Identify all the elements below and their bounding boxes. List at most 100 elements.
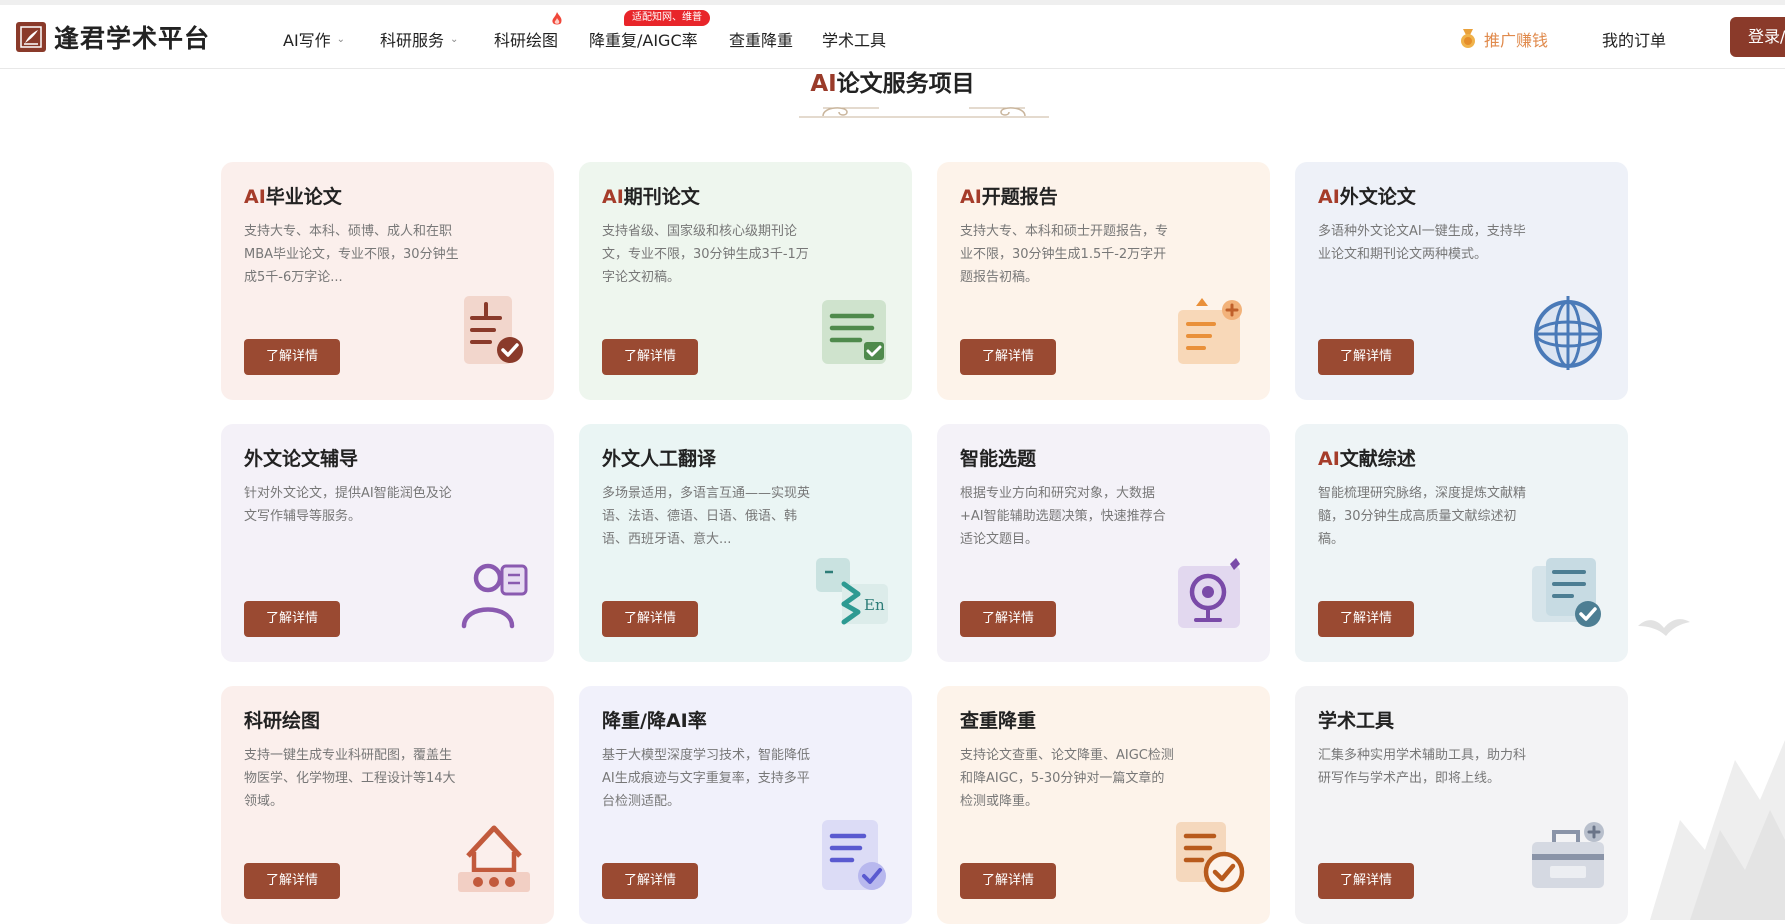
service-card[interactable]: AI文献综述 智能梳理研究脉络，深度提炼文献精髓，30分钟生成高质量文献综述初稿… xyxy=(1295,424,1628,662)
decorative-bird-icon xyxy=(1638,619,1690,636)
en-label: En xyxy=(864,596,885,614)
service-card[interactable]: AI外文论文 多语种外文论文AI一键生成，支持毕业论文和期刊论文两种模式。 了解… xyxy=(1295,162,1628,400)
learn-more-button[interactable]: 了解详情 xyxy=(960,339,1056,375)
nav-reduce-aigc[interactable]: 降重复/AIGC率 xyxy=(589,27,698,51)
promote-label: 推广赚钱 xyxy=(1484,31,1549,50)
card-description: 支持省级、国家级和核心级期刊论文，专业不限，30分钟生成3千-1万字论文初稿。 xyxy=(602,224,809,285)
nav-academic-tools[interactable]: 学术工具 xyxy=(822,27,886,51)
feather-logo-icon xyxy=(16,22,46,52)
card-title: AI毕业论文 xyxy=(244,186,531,208)
card-description: 基于大模型深度学习技术，智能降低AI生成痕迹与文字重复率，支持多平台检测适配。 xyxy=(602,748,811,809)
logo[interactable]: 逢君学术平台 xyxy=(16,19,210,55)
card-description: 汇集多种实用学术辅助工具，助力科研写作与学术产出，即将上线。 xyxy=(1318,748,1527,786)
card-title-text: 外文人工翻译 xyxy=(602,448,717,470)
nav-research-drawing[interactable]: 科研绘图 xyxy=(494,27,558,51)
card-description: 针对外文论文，提供AI智能润色及论文写作辅导等服务。 xyxy=(244,486,452,524)
adapt-badge: 适配知网、维普 xyxy=(624,10,710,26)
card-title-text: 查重降重 xyxy=(960,710,1037,732)
learn-more-button[interactable]: 了解详情 xyxy=(244,601,340,637)
card-title-text: 文献综述 xyxy=(1339,448,1416,470)
card-title-text: 毕业论文 xyxy=(265,186,342,208)
learn-more-button[interactable]: 了解详情 xyxy=(602,339,698,375)
document-check-orange-icon xyxy=(1176,822,1245,893)
chevron-down-icon: ⌄ xyxy=(450,33,459,45)
hot-flame-icon xyxy=(552,12,562,25)
card-title: 查重降重 xyxy=(960,710,1247,732)
card-title-ai: AI xyxy=(960,186,982,208)
card-description: 支持大专、本科、硕博、成人和在职MBA毕业论文，专业不限，30分钟生成5千-6万… xyxy=(244,224,459,285)
nav-label: 科研绘图 xyxy=(494,31,559,50)
section-title: AI论文服务项目 xyxy=(0,64,1785,98)
globe-icon xyxy=(1534,296,1602,370)
service-card[interactable]: AI开题报告 支持大专、本科和硕士开题报告，专业不限，30分钟生成1.5千-2万… xyxy=(937,162,1270,400)
nav-label: 学术工具 xyxy=(822,31,887,50)
tutor-person-icon xyxy=(461,563,528,629)
learn-more-button[interactable]: 了解详情 xyxy=(1318,339,1414,375)
service-card[interactable]: 查重降重 支持论文查重、论文降重、AIGC检测和降AIGC，5-30分钟对一篇文… xyxy=(937,686,1270,924)
service-card[interactable]: 外文人工翻译 多场景适用，多语言互通——实现英语、法语、德语、日语、俄语、韩语、… xyxy=(579,424,912,662)
card-title: AI期刊论文 xyxy=(602,186,889,208)
card-title-text: 学术工具 xyxy=(1318,710,1395,732)
service-card[interactable]: 降重/降AI率 基于大模型深度学习技术，智能降低AI生成痕迹与文字重复率，支持多… xyxy=(579,686,912,924)
card-title-ai: AI xyxy=(1318,186,1340,208)
learn-more-button[interactable]: 了解详情 xyxy=(960,863,1056,899)
target-icon xyxy=(1178,558,1240,628)
card-title-text: 外文论文辅导 xyxy=(244,448,359,470)
document-check-purple-icon xyxy=(822,820,886,890)
decorative-mountain-icon xyxy=(1650,740,1785,920)
learn-more-button[interactable]: 了解详情 xyxy=(1318,601,1414,637)
service-card[interactable]: 学术工具 汇集多种实用学术辅助工具，助力科研写作与学术产出，即将上线。 了解详情 xyxy=(1295,686,1628,924)
card-description: 支持论文查重、论文降重、AIGC检测和降AIGC，5-30分钟对一篇文章的检测或… xyxy=(960,748,1174,809)
title-ornament-icon xyxy=(799,107,1049,118)
card-title-text: 降重/降AI率 xyxy=(602,710,707,732)
nav-label: AI写作 xyxy=(283,31,331,50)
learn-more-button[interactable]: 了解详情 xyxy=(960,601,1056,637)
card-title: 外文论文辅导 xyxy=(244,448,531,470)
service-card[interactable]: AI毕业论文 支持大专、本科、硕博、成人和在职MBA毕业论文，专业不限，30分钟… xyxy=(221,162,554,400)
card-description: 多场景适用，多语言互通——实现英语、法语、德语、日语、俄语、韩语、西班牙语、意大… xyxy=(602,486,811,547)
learn-more-button[interactable]: 了解详情 xyxy=(1318,863,1414,899)
card-title: AI外文论文 xyxy=(1318,186,1605,208)
card-description: 支持一键生成专业科研配图，覆盖生物医学、化学物理、工程设计等14大领域。 xyxy=(244,748,456,809)
card-title: AI文献综述 xyxy=(1318,448,1605,470)
learn-more-button[interactable]: 了解详情 xyxy=(602,863,698,899)
logo-text: 逢君学术平台 xyxy=(54,24,211,53)
card-title-text: 外文论文 xyxy=(1339,186,1416,208)
document-lines-check-icon xyxy=(822,300,886,364)
nav-research-services[interactable]: 科研服务 ⌄ xyxy=(380,27,458,51)
card-title: 外文人工翻译 xyxy=(602,448,889,470)
nav-check-reduce[interactable]: 查重降重 xyxy=(729,27,793,51)
card-title: 科研绘图 xyxy=(244,710,531,732)
translate-en-icon: En xyxy=(816,558,888,625)
card-title-text: 科研绘图 xyxy=(244,710,321,732)
promote-link[interactable]: 推广赚钱 xyxy=(1460,27,1548,51)
service-card[interactable]: 外文论文辅导 针对外文论文，提供AI智能润色及论文写作辅导等服务。 了解详情 xyxy=(221,424,554,662)
service-card[interactable]: 智能选题 根据专业方向和研究对象，大数据+AI智能辅助选题决策，快速推荐合适论文… xyxy=(937,424,1270,662)
chevron-down-icon: ⌄ xyxy=(336,33,346,45)
service-card[interactable]: AI期刊论文 支持省级、国家级和核心级期刊论文，专业不限，30分钟生成3千-1万… xyxy=(579,162,912,400)
learn-more-button[interactable]: 了解详情 xyxy=(602,601,698,637)
document-check-icon xyxy=(464,296,523,364)
card-title-ai: AI xyxy=(244,186,266,208)
nav-label: 科研服务 xyxy=(380,31,445,50)
report-plus-icon xyxy=(1178,298,1242,364)
card-description: 支持大专、本科和硕士开题报告，专业不限，30分钟生成1.5千-2万字开题报告初稿… xyxy=(960,224,1169,285)
card-description: 多语种外文论文AI一键生成，支持毕业论文和期刊论文两种模式。 xyxy=(1318,224,1526,262)
card-title: 学术工具 xyxy=(1318,710,1605,732)
nav-ai-writing[interactable]: AI写作 ⌄ xyxy=(283,27,345,51)
learn-more-button[interactable]: 了解详情 xyxy=(244,339,340,375)
learn-more-button[interactable]: 了解详情 xyxy=(244,863,340,899)
card-title-ai: AI xyxy=(1318,448,1340,470)
medal-icon xyxy=(1461,29,1475,48)
literature-check-icon xyxy=(1532,558,1601,627)
card-title: AI开题报告 xyxy=(960,186,1247,208)
building-icon xyxy=(458,825,530,892)
card-title-text: 开题报告 xyxy=(981,186,1058,208)
nav-label: 降重复/AIGC率 xyxy=(589,31,698,50)
service-card[interactable]: 科研绘图 支持一键生成专业科研配图，覆盖生物医学、化学物理、工程设计等14大领域… xyxy=(221,686,554,924)
card-title-text: 期刊论文 xyxy=(623,186,700,208)
login-button[interactable]: 登录/ xyxy=(1730,17,1785,57)
card-description: 根据专业方向和研究对象，大数据+AI智能辅助选题决策，快速推荐合适论文题目。 xyxy=(960,486,1166,547)
header: 逢君学术平台 AI写作 ⌄ 科研服务 ⌄ 科研绘图 降重复/AIGC率 适配知网、维… xyxy=(0,5,1785,69)
my-orders-link[interactable]: 我的订单 xyxy=(1602,27,1666,51)
